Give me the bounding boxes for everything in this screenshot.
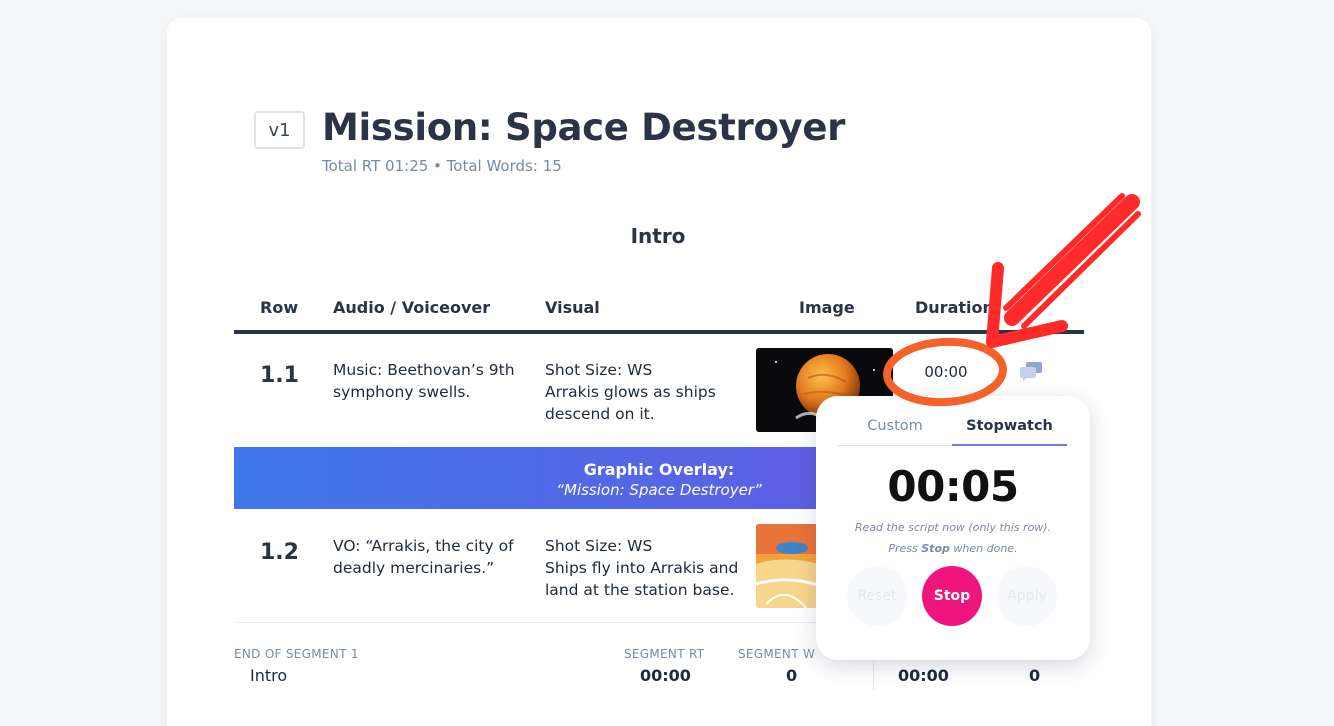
page-title[interactable]: Mission: Space Destroyer [322,106,845,149]
reset-button[interactable]: Reset [847,566,907,626]
duration-field[interactable]: 00:00 [904,358,988,386]
version-badge[interactable]: v1 [254,111,305,149]
tab-stopwatch[interactable]: Stopwatch [952,418,1067,446]
segment-title[interactable]: Intro [234,224,1082,248]
segment-words-value: 0 [786,666,798,685]
row-number: 1.2 [260,540,299,565]
segment-words-label: SEGMENT WORDS [738,647,816,661]
apply-button[interactable]: Apply [997,566,1057,626]
total-rt-value: 00:00 [898,666,949,685]
visual-cell-shot[interactable]: Shot Size: WS [545,535,745,557]
duration-popup: Custom Stopwatch 00:05 Read the script n… [816,396,1090,660]
column-header-audio: Audio / Voiceover [333,298,491,317]
column-header-image: Image [799,298,855,317]
visual-cell-desc[interactable]: Arrakis glows as ships descend on it. [545,381,745,425]
column-header-visual: Visual [545,298,600,317]
segment-rt-value: 00:00 [640,666,691,685]
visual-cell-desc[interactable]: Ships fly into Arrakis and land at the s… [545,557,745,601]
script-stats: Total RT 01:25 • Total Words: 15 [322,157,562,175]
audio-cell[interactable]: VO: “Arrakis, the city of deadly mercina… [333,535,523,579]
comment-icon[interactable] [1018,360,1044,382]
header-rule [234,330,1084,334]
column-header-duration: Duration [915,298,994,317]
footer-segment-name: Intro [250,666,288,685]
stop-button[interactable]: Stop [922,566,982,626]
column-header-row: Row [260,298,299,317]
total-words-value: 0 [1029,666,1041,685]
stopwatch-time: 00:05 [887,462,1019,511]
row-number: 1.1 [260,363,299,388]
stopwatch-hint-stop: Press Stop when done. [888,542,1018,555]
end-of-segment-label: END OF SEGMENT 1 [234,647,359,661]
tab-custom[interactable]: Custom [838,418,952,446]
visual-cell-shot[interactable]: Shot Size: WS [545,359,745,381]
audio-cell[interactable]: Music: Beethovan’s 9th symphony swells. [333,359,523,403]
segment-rt-label: SEGMENT RT [624,647,705,661]
stopwatch-hint: Read the script now (only this row). [854,521,1052,534]
